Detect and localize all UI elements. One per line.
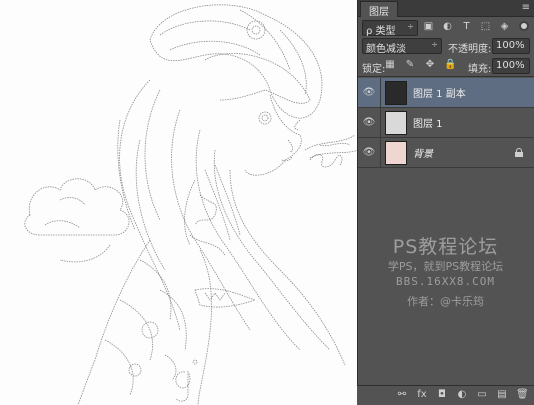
- lock-image-pixels-icon[interactable]: ✎: [404, 59, 416, 71]
- layer-name[interactable]: 图层 1: [413, 115, 443, 130]
- fill-value: 100%: [496, 60, 525, 71]
- type-layer-filter-icon[interactable]: T: [460, 20, 473, 33]
- opacity-field[interactable]: 100%: [492, 38, 530, 54]
- new-group-icon[interactable]: ▭: [476, 389, 488, 401]
- lock-position-icon[interactable]: ✥: [424, 59, 436, 71]
- pixel-layer-filter-icon[interactable]: ▣: [422, 20, 435, 33]
- panel-menu-icon[interactable]: ≡: [522, 2, 530, 13]
- lock-all-icon[interactable]: 🔒: [444, 59, 456, 71]
- layers-bottom-toolbar: ⚯ fx ◘ ◐ ▭ ▤ 🗑: [357, 385, 534, 405]
- document-canvas[interactable]: [0, 0, 360, 405]
- layer-row-background[interactable]: 👁 背景: [358, 137, 534, 168]
- layer-list: 👁 图层 1 副本 👁 图层 1 👁 背景: [358, 77, 534, 168]
- adjustment-layer-filter-icon[interactable]: ◐: [441, 20, 454, 33]
- layer-thumbnail: [385, 140, 407, 165]
- eye-icon[interactable]: 👁: [358, 117, 380, 128]
- filter-kind-select[interactable]: ρ 类型 ÷: [362, 20, 418, 37]
- layer-row-1[interactable]: 👁 图层 1: [358, 107, 534, 138]
- eye-icon[interactable]: 👁: [358, 87, 380, 98]
- new-layer-icon[interactable]: ▤: [496, 389, 508, 401]
- tab-layers[interactable]: 图层: [360, 1, 398, 18]
- fill-field[interactable]: 100%: [492, 58, 530, 74]
- blend-row: 颜色减淡 ÷ 不透明度: 100%: [358, 36, 534, 58]
- opacity-label: 不透明度:: [448, 44, 492, 55]
- link-layers-icon[interactable]: ⚯: [396, 389, 408, 401]
- trash-icon[interactable]: 🗑: [516, 389, 529, 401]
- panel-tab-bar: 图层 ≡: [358, 0, 534, 18]
- filter-toggle-icon[interactable]: [519, 21, 529, 31]
- adjustment-layer-icon[interactable]: ◐: [456, 389, 468, 401]
- lock-icon-group: ▦ ✎ ✥ 🔒: [384, 59, 456, 71]
- opacity-value: 100%: [496, 40, 525, 51]
- layer-thumbnail: [385, 80, 407, 105]
- chevron-down-icon: ÷: [431, 40, 438, 49]
- fill-label: 填充:: [468, 64, 492, 75]
- chevron-down-icon: ÷: [407, 22, 414, 31]
- layer-name[interactable]: 背景: [413, 145, 433, 160]
- layer-thumbnail: [385, 110, 407, 135]
- eye-icon[interactable]: 👁: [358, 147, 380, 158]
- smart-object-filter-icon[interactable]: ◈: [498, 20, 511, 33]
- add-mask-icon[interactable]: ◘: [436, 389, 448, 401]
- layers-panel: 图层 ≡ ρ 类型 ÷ ▣ ◐ T ⬚ ◈ 颜色减淡 ÷ 不透明度: 100% …: [357, 0, 534, 405]
- lock-icon: [515, 148, 523, 157]
- shape-layer-filter-icon[interactable]: ⬚: [479, 20, 492, 33]
- blend-mode-label: 颜色减淡: [366, 44, 406, 55]
- divider: [380, 137, 381, 168]
- layer-name[interactable]: 图层 1 副本: [413, 85, 466, 100]
- watermark-slogan: 学PS，就到PS教程论坛: [387, 260, 504, 273]
- divider: [380, 77, 381, 108]
- divider: [380, 107, 381, 138]
- watermark-title: PS教程论坛: [392, 236, 499, 258]
- lock-label: 锁定:: [362, 64, 386, 75]
- watermark-url: BBS.16XX8.COM: [395, 275, 496, 288]
- sketch-illustration: [24, 4, 359, 405]
- lock-transparent-pixels-icon[interactable]: ▦: [384, 59, 396, 71]
- filter-icon-group: ▣ ◐ T ⬚ ◈: [422, 20, 511, 33]
- blend-mode-select[interactable]: 颜色减淡 ÷: [362, 38, 442, 55]
- watermark-author: 作者：@卡乐筠: [407, 295, 484, 308]
- toolbar-icon-group: ⚯ fx ◘ ◐ ▭ ▤ 🗑: [396, 389, 529, 401]
- lock-row: 锁定: ▦ ✎ ✥ 🔒 填充: 100%: [358, 57, 534, 77]
- layer-row-copy[interactable]: 👁 图层 1 副本: [358, 77, 534, 108]
- layer-style-icon[interactable]: fx: [416, 389, 428, 401]
